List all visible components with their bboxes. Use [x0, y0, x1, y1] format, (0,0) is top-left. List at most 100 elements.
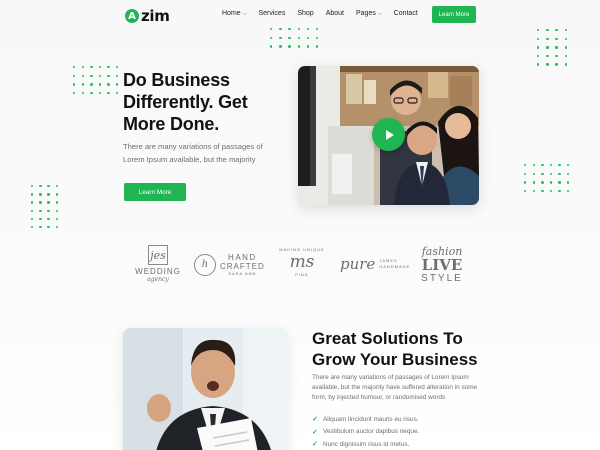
dot — [297, 36, 300, 39]
dot — [566, 164, 570, 167]
dot — [107, 74, 110, 77]
hero-learn-more-button[interactable]: Learn More — [124, 183, 186, 201]
brand-logos-row: jes WEDDING agency h HAND CRAFTED SARA A… — [130, 245, 475, 295]
dot — [270, 28, 273, 31]
logo-mark: A — [125, 9, 139, 23]
dot — [31, 193, 34, 196]
dot — [537, 63, 540, 66]
nav-item-label: Shop — [297, 10, 314, 17]
dot — [532, 189, 535, 193]
dot — [39, 185, 42, 188]
dot — [541, 172, 544, 175]
dot — [524, 164, 527, 167]
header-learn-more-button[interactable]: Learn More — [432, 6, 476, 23]
dot — [39, 201, 42, 204]
dot — [566, 189, 570, 193]
nav-item-shop[interactable]: Shop — [297, 10, 313, 17]
dot — [306, 28, 310, 31]
dot — [532, 164, 535, 167]
checklist-item: ✓ Vestibulum auctor dapibus neque. — [312, 426, 482, 439]
brand-text: WEDDING — [135, 267, 181, 276]
dot — [81, 74, 84, 77]
dot — [55, 225, 58, 229]
check-icon: ✓ — [312, 416, 318, 424]
dot — [31, 225, 34, 229]
dot — [566, 172, 570, 175]
dot — [541, 164, 544, 167]
dot — [555, 63, 558, 66]
dot — [47, 209, 50, 212]
brand-text: HAND — [228, 253, 257, 262]
dot — [564, 46, 567, 49]
brand-text: agency — [147, 276, 169, 283]
brand-logo-jes: jes WEDDING agency — [130, 245, 186, 283]
brand-logo-ms: MAKING UNIQUE ms FIND — [272, 247, 332, 277]
dot — [566, 181, 570, 184]
dot — [73, 66, 76, 69]
dot — [107, 83, 110, 86]
check-icon: ✓ — [312, 441, 318, 449]
excited-businessman-photo — [123, 328, 287, 450]
dot — [532, 172, 535, 175]
nav-item-about[interactable]: About — [326, 10, 344, 17]
brand-text: HANDMADE — [379, 264, 411, 269]
dot — [47, 193, 50, 196]
brand-logo-pure: pure JAMES HANDMADE — [340, 255, 411, 273]
checklist-item: ✓ Nunc dignissim risus id metus. — [312, 438, 482, 450]
dot — [47, 217, 50, 221]
hero-title: Do Business Differently. Get More Done. — [123, 70, 248, 134]
dot — [315, 28, 319, 31]
dot — [279, 36, 282, 39]
dot — [315, 45, 319, 48]
landing-page: A zim Home ⌵ Services Shop About Pages ⌵… — [0, 0, 600, 450]
nav-item-pages[interactable]: Pages ⌵ — [356, 10, 382, 17]
checklist-item-text: Nunc dignissim risus id metus. — [323, 440, 410, 448]
dot — [270, 45, 273, 48]
dot — [81, 83, 84, 86]
dot — [115, 66, 119, 69]
dot — [537, 29, 540, 32]
decorative-dot-grid — [31, 185, 64, 234]
dot — [297, 28, 300, 31]
decorative-dot-grid — [73, 66, 125, 100]
nav-item-label: Services — [258, 10, 286, 17]
dot — [288, 28, 291, 31]
dot — [98, 74, 102, 77]
dot — [564, 37, 567, 40]
play-icon — [385, 129, 394, 140]
nav-item-label: Pages — [355, 10, 376, 17]
dot — [524, 189, 527, 193]
dot — [541, 181, 544, 184]
dot — [98, 66, 102, 69]
dot — [73, 91, 76, 95]
dot — [524, 172, 527, 175]
brand-text: LIVE — [421, 256, 463, 274]
dot — [564, 29, 567, 32]
dot — [55, 185, 58, 188]
brand-mark: jes — [148, 245, 168, 265]
dot — [537, 37, 540, 40]
decorative-dot-grid — [537, 29, 574, 72]
dot — [288, 45, 291, 48]
dot — [549, 172, 553, 175]
dot — [115, 74, 119, 77]
dot — [270, 36, 273, 39]
brand-mark: pure — [340, 255, 376, 273]
brand-text: SARA ANN — [228, 271, 257, 276]
nav-item-services[interactable]: Services — [258, 10, 285, 17]
nav-item-label: About — [325, 10, 344, 17]
chevron-down-icon: ⌵ — [377, 10, 382, 17]
dot — [73, 83, 76, 86]
site-logo[interactable]: A zim — [125, 7, 170, 25]
checklist-item-text: Vestibulum auctor dapibus neque. — [323, 428, 420, 436]
nav-item-home[interactable]: Home ⌵ — [222, 10, 246, 17]
section-title: Great Solutions To Grow Your Business — [312, 329, 478, 369]
dot — [39, 217, 42, 221]
dot — [55, 201, 58, 204]
nav-item-label: Home — [222, 10, 241, 17]
nav-item-contact[interactable]: Contact — [394, 10, 418, 17]
dot — [306, 45, 310, 48]
dot — [81, 66, 84, 69]
play-button[interactable] — [372, 118, 405, 151]
dot — [564, 54, 567, 58]
